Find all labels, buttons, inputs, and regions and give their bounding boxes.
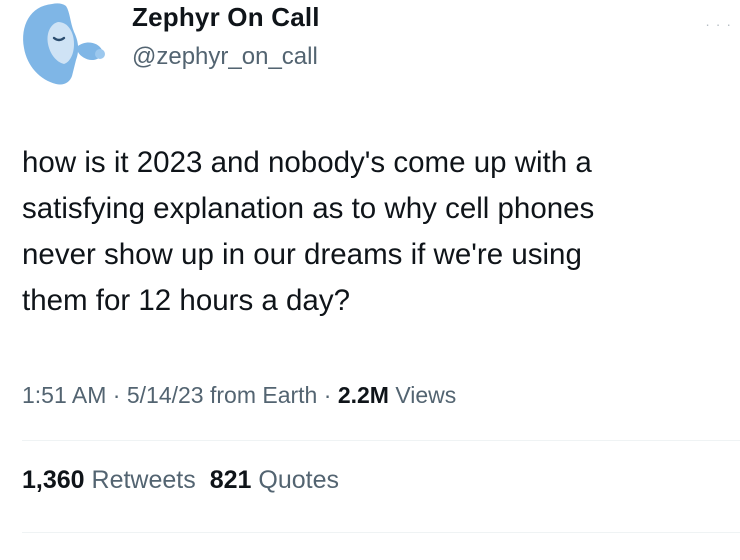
tweet-date[interactable]: 5/14/23 [127,382,204,408]
tweet-time[interactable]: 1:51 AM [22,382,106,408]
display-name[interactable]: Zephyr On Call [132,2,320,33]
retweets-stat[interactable]: 1,360 Retweets [22,466,196,494]
meta-separator: · [106,382,127,408]
views-count: 2.2M [337,382,389,408]
retweets-label: Retweets [84,466,196,494]
quotes-label: Quotes [251,466,340,494]
divider [22,532,740,533]
retweets-count: 1,360 [22,466,85,494]
tweet-text: how is it 2023 and nobody's come up with… [22,146,595,317]
more-options-icon[interactable]: · · · [705,16,732,32]
tweet-source: from Earth [203,382,318,408]
tweet-meta: 1:51 AM · 5/14/23 from Earth · 2.2M View… [22,382,456,409]
avatar[interactable] [14,0,112,86]
quotes-stat[interactable]: 821 Quotes [210,466,339,494]
tweet-stats: 1,360 Retweets 821 Quotes [22,466,339,495]
user-handle[interactable]: @zephyr_on_call [132,43,318,71]
views-label: Views [388,382,457,408]
tweet-card: Zephyr On Call @zephyr_on_call · · · how… [0,0,740,560]
quotes-count: 821 [209,466,252,494]
cartoon-face-avatar-icon [23,3,105,85]
meta-separator: · [317,382,338,408]
divider [22,440,740,441]
